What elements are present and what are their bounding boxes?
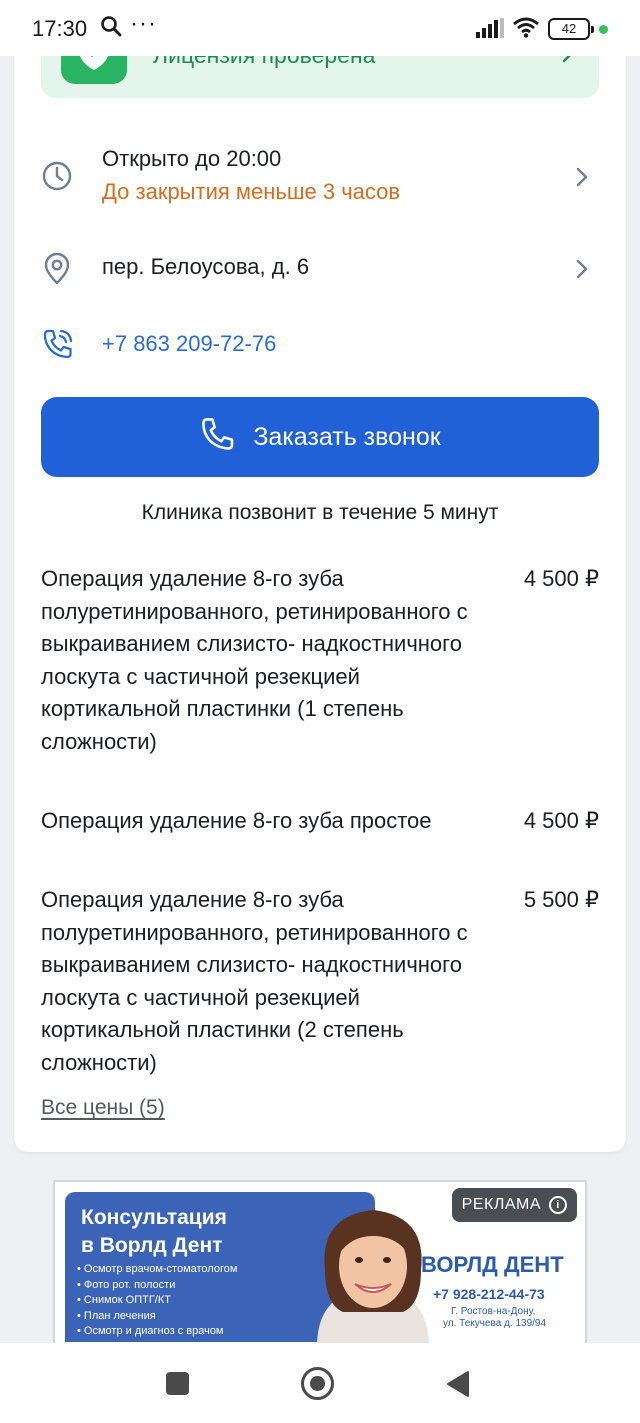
chevron-right-icon xyxy=(575,258,589,285)
back-button[interactable] xyxy=(446,1370,470,1403)
request-call-label: Заказать звонок xyxy=(253,422,441,451)
phone-number-link[interactable]: +7 863 209-72-76 xyxy=(102,331,276,357)
ad-services-list: Осмотр врачом-стоматологом Фото рот. пол… xyxy=(77,1262,238,1340)
wifi-icon xyxy=(512,16,540,43)
price-item-value: 4 500 ₽ xyxy=(523,566,599,591)
privacy-indicator-dot xyxy=(599,25,608,34)
price-item: Операция удаление 8-го зуба полуретиниро… xyxy=(41,884,599,1080)
ad-phone: +7 928-212-44-73 xyxy=(433,1286,545,1302)
address-row[interactable]: пер. Белоусова, д. 6 xyxy=(41,252,599,291)
address-text: пер. Белоусова, д. 6 xyxy=(102,254,310,279)
request-call-button[interactable]: Заказать звонок xyxy=(41,397,599,477)
ad-service-item: Осмотр врачом-стоматологом xyxy=(77,1262,238,1278)
price-item: Операция удаление 8-го зуба простое 4 50… xyxy=(41,805,599,871)
ad-label-badge[interactable]: РЕКЛАМА i xyxy=(451,1188,577,1222)
ad-city: Г. Ростов-на-Дону, xyxy=(451,1306,536,1317)
location-pin-icon xyxy=(41,252,73,291)
ad-service-item: Осмотр и диагноз с врачом xyxy=(77,1324,237,1340)
ad-service-item: Снимок ОПТГ/КТ xyxy=(77,1293,237,1309)
ad-service-item: Фото рот. полости xyxy=(77,1278,237,1294)
price-item-name: Операция удаление 8-го зуба полуретиниро… xyxy=(41,566,468,754)
battery-icon: 42 xyxy=(548,18,594,40)
home-button[interactable] xyxy=(301,1367,334,1400)
ad-brand-logo: ВОРЛД ДЕНТ xyxy=(421,1252,564,1277)
opening-hours-row[interactable]: Открыто до 20:00 До закрытия меньше 3 ча… xyxy=(41,146,599,216)
recent-apps-button[interactable] xyxy=(166,1372,189,1395)
more-notifications-icon: ··· xyxy=(130,10,157,37)
system-navigation-bar xyxy=(0,1343,640,1423)
all-prices-link[interactable]: Все цены (5) xyxy=(41,1096,165,1120)
phone-call-icon xyxy=(41,327,75,366)
clock-icon xyxy=(41,160,73,197)
phone-row[interactable]: +7 863 209-72-76 xyxy=(41,329,599,365)
signal-icon xyxy=(476,18,504,43)
status-bar: 17:30 ··· 42 xyxy=(0,0,640,56)
price-item-value: 4 500 ₽ xyxy=(523,808,599,833)
callback-note: Клиника позвонит в течение 5 минут xyxy=(141,501,499,524)
ad-banner[interactable]: Консультация в Ворлд Дент Осмотр врачом-… xyxy=(53,1180,587,1346)
ad-title: Консультация в Ворлд Дент xyxy=(81,1206,227,1257)
open-until-text: Открыто до 20:00 xyxy=(102,146,282,171)
price-item-name: Операция удаление 8-го зуба простое xyxy=(41,808,432,833)
status-time: 17:30 xyxy=(32,16,88,41)
price-item-value: 5 500 ₽ xyxy=(523,887,599,912)
ad-service-item: План лечения xyxy=(77,1309,237,1325)
price-item: Операция удаление 8-го зуба полуретиниро… xyxy=(41,563,599,791)
price-item-name: Операция удаление 8-го зуба полуретиниро… xyxy=(41,887,468,1075)
search-icon xyxy=(100,15,122,42)
info-icon: i xyxy=(549,1196,567,1214)
chevron-right-icon xyxy=(575,166,589,193)
phone-icon xyxy=(199,415,237,460)
ad-label-text: РЕКЛАМА xyxy=(461,1196,541,1213)
closing-soon-text: До закрытия меньше 3 часов xyxy=(102,179,401,204)
ad-street: ул. Текучева д. 139/94 xyxy=(443,1318,547,1329)
